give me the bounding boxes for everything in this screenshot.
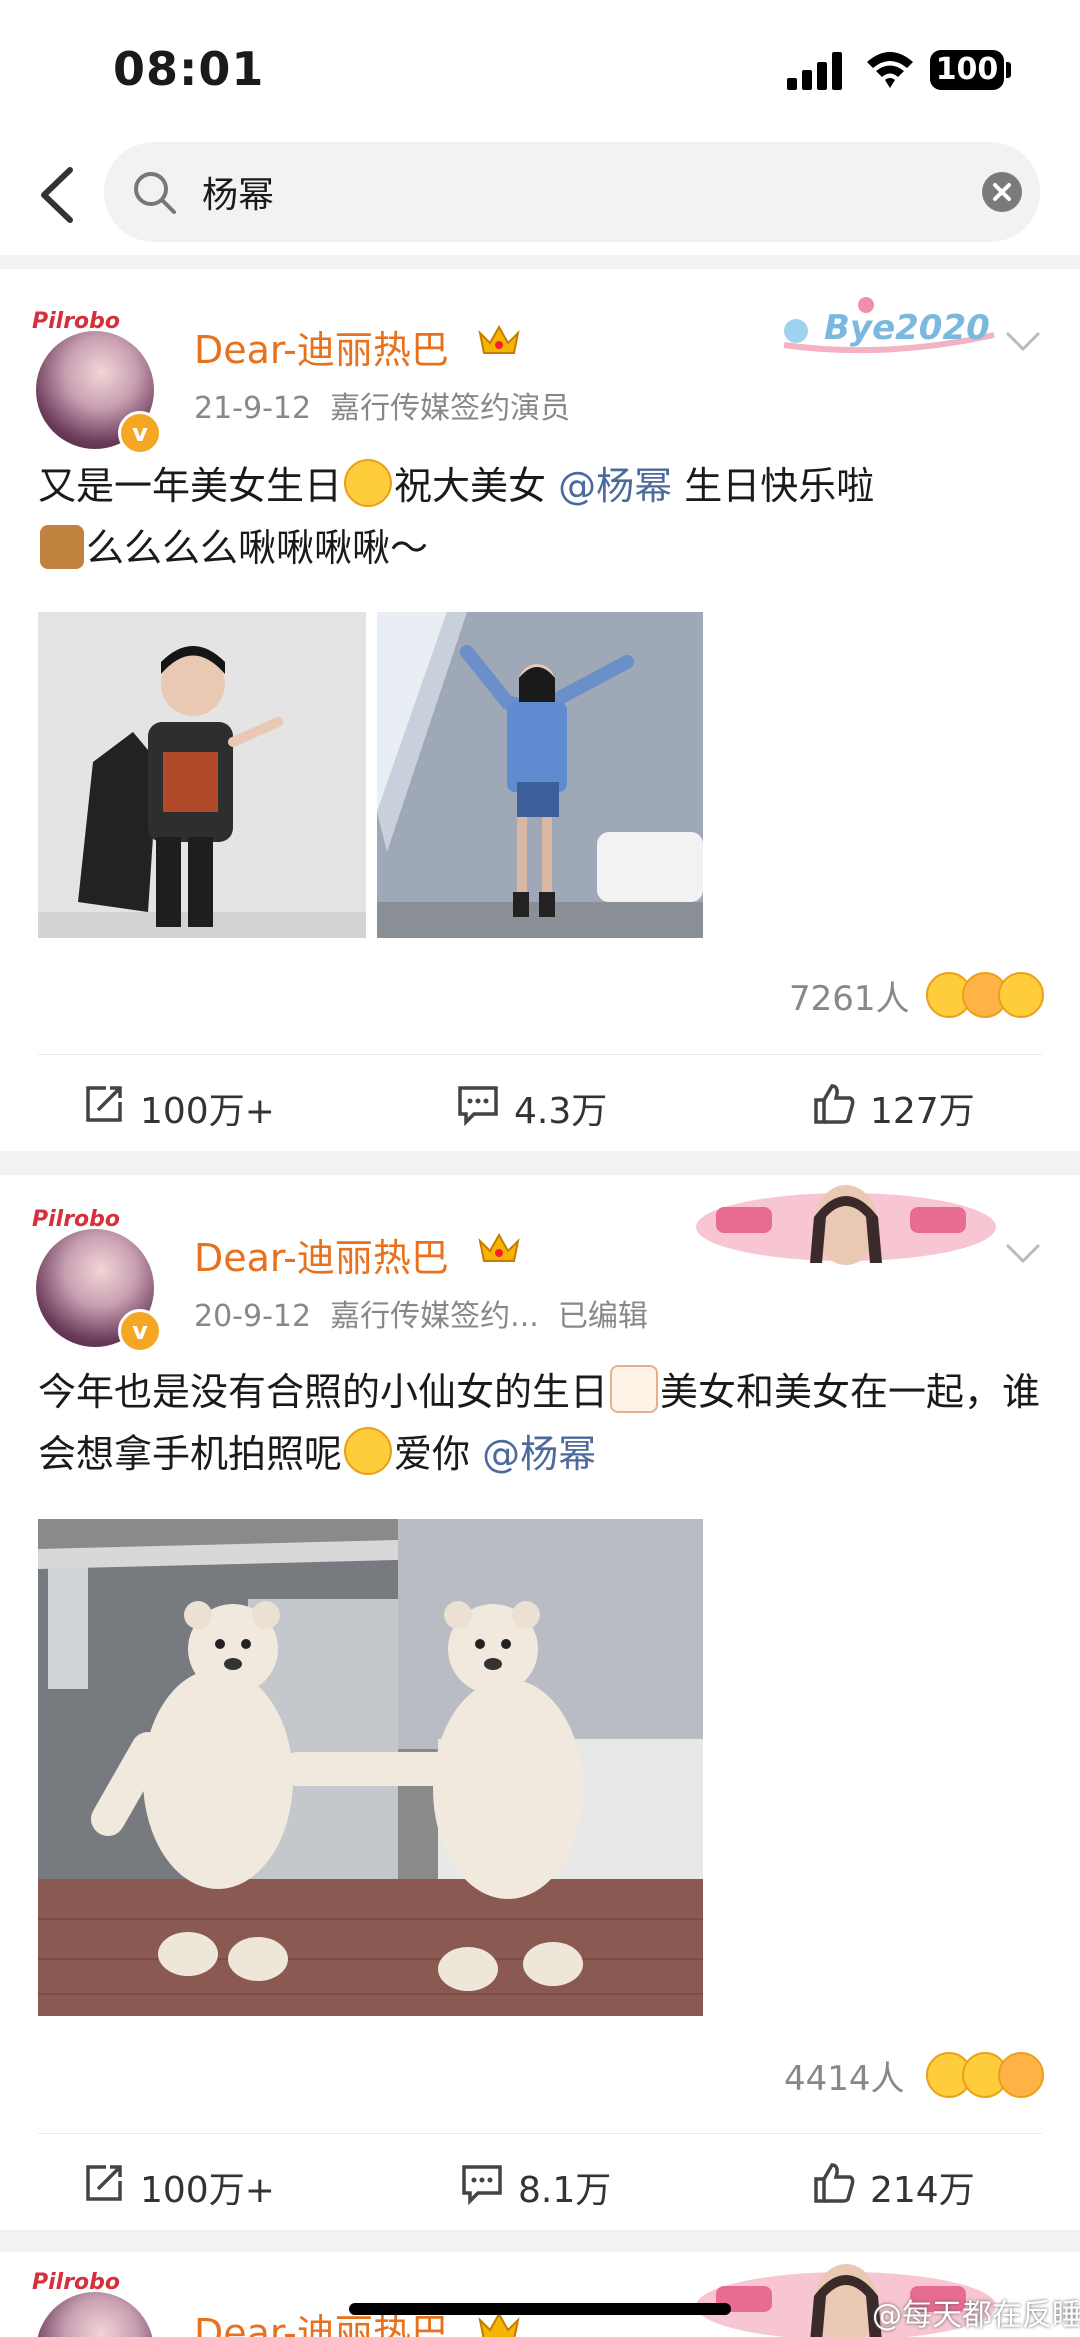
- like-button[interactable]: 214万: [812, 2161, 1012, 2211]
- edited-label: 已编辑: [557, 1299, 648, 1334]
- avatar-decoration: Pilrobo: [32, 309, 121, 334]
- avatar-decoration: Pilrobo: [32, 1207, 121, 1232]
- mention-link[interactable]: @杨幂: [482, 1432, 596, 1476]
- search-header: 杨幂: [0, 135, 1080, 255]
- post-date: 21-9-12: [194, 391, 312, 426]
- cake-emoji-icon: [610, 1365, 659, 1413]
- comment-button[interactable]: 4.3万: [456, 1082, 656, 1132]
- grin-emoji-icon: [344, 1427, 393, 1475]
- search-icon: [134, 172, 176, 214]
- post-meta: 20-9-12 嘉行传媒签约... 已编辑: [194, 1291, 648, 1335]
- back-icon[interactable]: [28, 160, 88, 230]
- reaction-count[interactable]: 7261人: [789, 971, 910, 1020]
- card-decoration: [696, 1185, 996, 1265]
- post-source: 嘉行传媒签约演员: [330, 391, 571, 426]
- search-query: 杨幂: [202, 175, 275, 216]
- status-time: 08:01: [113, 42, 265, 96]
- home-indicator[interactable]: [349, 2303, 731, 2315]
- comment-count: 4.3万: [514, 1091, 608, 1132]
- verified-icon: v: [118, 1309, 162, 1353]
- post-text: 又是一年美女生日 祝大美女 @杨幂 生日快乐啦 么么么么啾啾啾啾～: [38, 455, 1048, 579]
- battery-tip: [1006, 62, 1011, 78]
- annoyed-emoji-icon: [998, 2052, 1044, 2098]
- post-meta: 21-9-12 嘉行传媒签约演员: [194, 383, 570, 427]
- verified-icon: v: [118, 411, 162, 455]
- clear-icon[interactable]: [982, 172, 1022, 212]
- mention-link[interactable]: @杨幂: [558, 464, 672, 508]
- post-text-part: 生日快乐啦: [672, 464, 875, 508]
- comment-count: 8.1万: [518, 2170, 612, 2211]
- thumbs-up-icon: [814, 2163, 855, 2203]
- avatar[interactable]: Pilrobo v: [32, 309, 162, 455]
- divider: [0, 1151, 1080, 1175]
- share-icon: [86, 1086, 122, 1122]
- card-decoration: Bye2020: [783, 297, 995, 354]
- cake-emoji-icon: [40, 525, 84, 569]
- post-text-part: 爱你: [394, 1432, 483, 1476]
- comment-button[interactable]: 8.1万: [460, 2161, 660, 2211]
- post-source: 嘉行传媒签约...: [330, 1299, 539, 1334]
- surprised-emoji-icon: [998, 972, 1044, 1018]
- reaction-count[interactable]: 4414人: [784, 2051, 905, 2100]
- post-image[interactable]: [377, 612, 703, 938]
- avatar-decoration: Pilrobo: [32, 2270, 121, 2295]
- crown-icon: [478, 324, 520, 354]
- divider: [0, 2230, 1080, 2252]
- like-count: 127万: [870, 1091, 975, 1132]
- chevron-down-icon[interactable]: [1004, 1241, 1042, 1265]
- post-card[interactable]: Pilrobo v Dear-迪丽热巴 20-9-12 嘉行传媒签约... 已编…: [0, 1175, 1080, 2230]
- repost-count: 100万+: [140, 1091, 275, 1132]
- repost-count: 100万+: [140, 2170, 275, 2211]
- emoji-icon: [344, 459, 393, 507]
- like-button[interactable]: 127万: [812, 1082, 1012, 1132]
- svg-text:Bye2020: Bye2020: [824, 308, 990, 348]
- crown-icon: [478, 1232, 520, 1262]
- post-text-part: 今年也是没有合照的小仙女的生日: [38, 1370, 609, 1414]
- wifi-icon: [867, 52, 913, 88]
- search-input[interactable]: 杨幂: [104, 142, 1040, 242]
- post-date: 20-9-12: [194, 1299, 312, 1334]
- avatar[interactable]: Pilrobo v: [32, 1207, 162, 1353]
- status-bar: 08:01 100: [0, 0, 1080, 135]
- username[interactable]: Dear-迪丽热巴: [194, 1227, 449, 1282]
- repost-button[interactable]: 100万+: [82, 2161, 302, 2211]
- like-count: 214万: [870, 2170, 975, 2211]
- signal-icon: [787, 52, 843, 90]
- chevron-down-icon[interactable]: [1004, 329, 1042, 353]
- watermark: @每天都在反睡: [872, 2298, 1080, 2333]
- battery-icon: 100: [930, 50, 1004, 90]
- repost-button[interactable]: 100万+: [82, 1082, 302, 1132]
- divider: [38, 2133, 1042, 2134]
- divider: [38, 1054, 1042, 1055]
- post-image[interactable]: [38, 612, 366, 938]
- post-text-part: 么么么么啾啾啾啾～: [86, 526, 429, 570]
- post-image[interactable]: [38, 1519, 703, 2016]
- thumbs-up-icon: [814, 1084, 855, 1124]
- post-text-part: 又是一年美女生日: [38, 464, 343, 508]
- username[interactable]: Dear-迪丽热巴: [194, 319, 449, 374]
- post-text: 今年也是没有合照的小仙女的生日 美女和美女在一起，谁会想拿手机拍照呢 爱你 @杨幂: [38, 1361, 1048, 1485]
- comment-icon: [462, 2165, 502, 2205]
- avatar[interactable]: Pilrobo: [32, 2270, 154, 2337]
- comment-icon: [458, 1086, 498, 1126]
- post-text-part: 祝大美女: [394, 464, 547, 508]
- divider: [0, 255, 1080, 269]
- share-icon: [86, 2165, 122, 2201]
- post-card[interactable]: Pilrobo v Dear-迪丽热巴 21-9-12 嘉行传媒签约演员 Bye…: [0, 269, 1080, 1151]
